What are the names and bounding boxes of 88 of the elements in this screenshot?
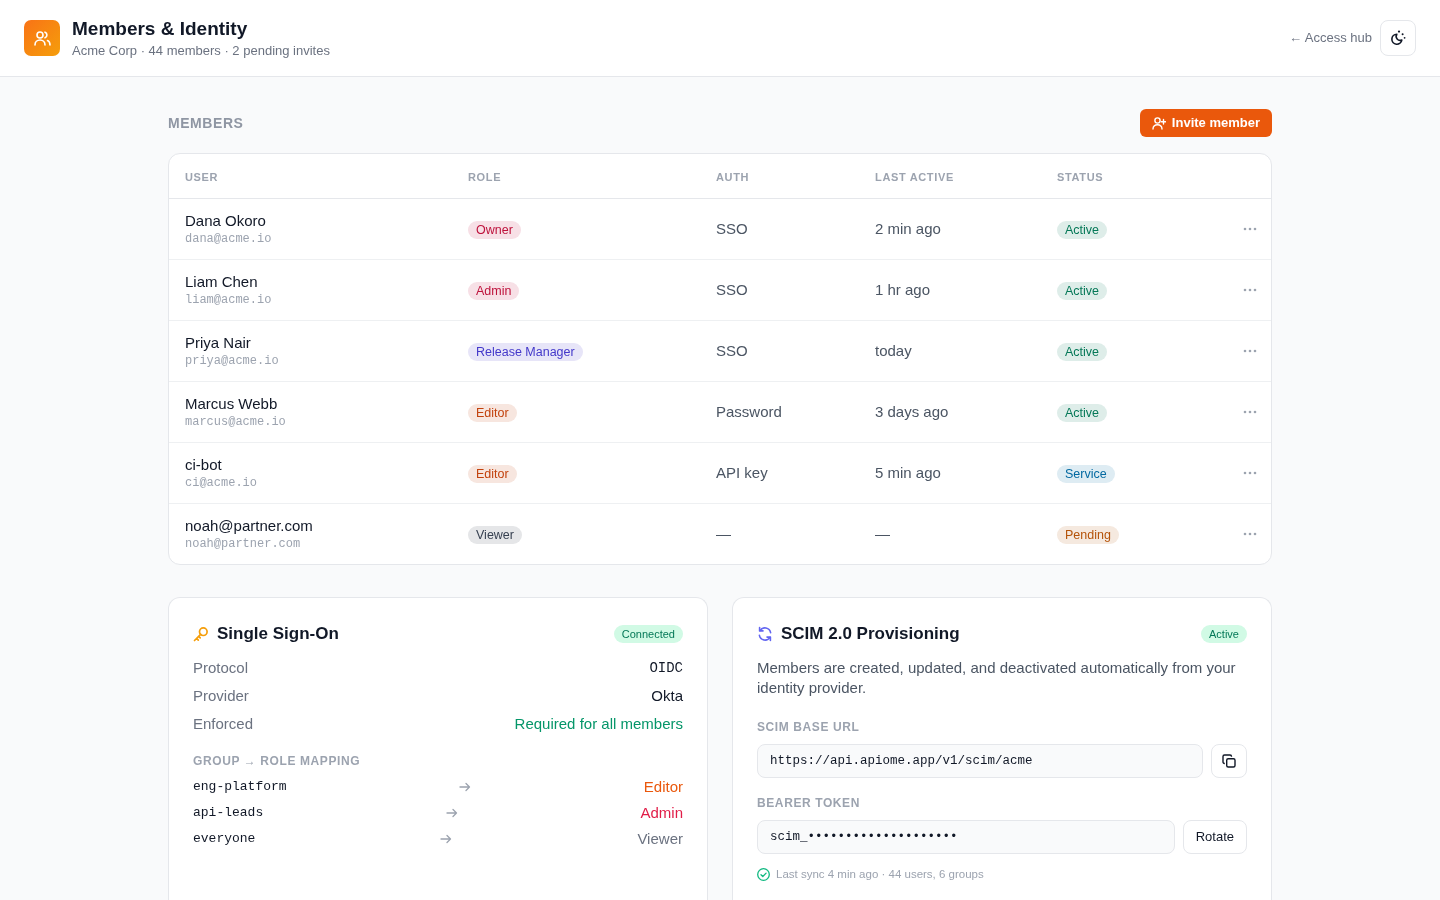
group-name: everyone <box>193 830 256 849</box>
page-title: Members & Identity <box>72 17 249 41</box>
more-icon[interactable] <box>1243 227 1257 231</box>
field-caption: BEARER TOKEN <box>757 795 861 812</box>
rotate-button[interactable]: Rotate <box>1182 820 1247 854</box>
arrow-right-icon <box>440 833 453 845</box>
card-description: Members are created, updated, and deactivated automatically from your identity provider. <box>757 658 1237 698</box>
mapped-role: Admin <box>640 802 683 823</box>
last-active-time: today <box>875 341 912 359</box>
status-badge: Service <box>1057 464 1115 483</box>
member-email: priya@acme.io <box>185 353 279 369</box>
last-active-time: 2 min ago <box>875 219 941 237</box>
member-email: ci@acme.io <box>185 475 257 491</box>
last-active-time: — <box>875 524 890 542</box>
auth-method: — <box>716 524 731 542</box>
member-name: noah@partner.com <box>185 516 313 536</box>
more-icon[interactable] <box>1243 349 1257 353</box>
theme-button[interactable] <box>1380 20 1416 56</box>
column-header: STATUS <box>1057 170 1104 183</box>
auth-method: SSO <box>716 219 748 237</box>
last-active-time: 3 days ago <box>875 402 949 420</box>
auth-method: API key <box>716 463 768 481</box>
member-email: liam@acme.io <box>185 292 272 308</box>
auth-method: SSO <box>716 280 748 298</box>
active-badge: Active <box>1201 625 1247 643</box>
field-label: Provider <box>193 685 249 706</box>
role-badge: Editor <box>468 403 517 422</box>
member-email: dana@acme.io <box>185 231 272 247</box>
member-name: ci-bot <box>185 455 222 475</box>
column-header: USER <box>185 170 219 183</box>
invite-member-button[interactable]: Invite member <box>1139 109 1272 137</box>
field-value: OIDC <box>649 658 683 678</box>
auth-method: SSO <box>716 341 748 359</box>
token-field[interactable]: scim_•••••••••••••••••••• <box>757 820 1175 854</box>
copy-button[interactable] <box>1211 744 1247 778</box>
member-email: marcus@acme.io <box>185 414 286 430</box>
refresh-icon <box>757 626 773 642</box>
status-badge: Active <box>1057 220 1108 239</box>
member-email: noah@partner.com <box>185 536 301 552</box>
field-caption: SCIM BASE URL <box>757 719 861 736</box>
member-name: Marcus Webb <box>185 394 278 414</box>
column-header: LAST ACTIVE <box>875 170 954 183</box>
more-icon[interactable] <box>1243 410 1257 414</box>
status-badge: Active <box>1057 281 1108 300</box>
connected-badge: Connected <box>613 625 683 643</box>
field-label: Protocol <box>193 657 249 678</box>
auth-method: Password <box>716 402 782 420</box>
role-badge: Viewer <box>468 525 522 544</box>
more-icon[interactable] <box>1243 471 1257 475</box>
column-header: ROLE <box>468 170 502 183</box>
moon-icon <box>1390 30 1406 46</box>
section-heading: MEMBERS <box>168 114 244 132</box>
member-name: Priya Nair <box>185 333 251 353</box>
field-value: Okta <box>651 685 683 706</box>
role-badge: Release Manager <box>468 342 583 361</box>
status-badge: Active <box>1057 342 1108 361</box>
status-badge: Active <box>1057 403 1108 422</box>
key-icon <box>193 626 209 642</box>
sync-status-text: Last sync 4 min ago · 44 users, 6 groups <box>776 867 984 882</box>
status-badge: Pending <box>1057 525 1119 544</box>
mapping-heading: GROUP → ROLE MAPPING <box>193 753 362 769</box>
column-header: AUTH <box>716 170 750 183</box>
last-active-time: 5 min ago <box>875 463 941 481</box>
more-icon[interactable] <box>1243 288 1257 292</box>
last-active-time: 1 hr ago <box>875 280 931 298</box>
member-name: Dana Okoro <box>185 211 266 231</box>
url-field[interactable]: https://api.apiome.app/v1/scim/acme <box>757 744 1203 778</box>
mapped-role: Viewer <box>637 828 683 849</box>
users-icon <box>24 20 60 56</box>
card-title: SCIM 2.0 Provisioning <box>781 623 960 645</box>
field-value: Required for all members <box>514 713 683 734</box>
member-name: Liam Chen <box>185 272 258 292</box>
arrow-right-icon <box>445 807 458 819</box>
check-circle-icon <box>757 868 770 882</box>
more-icon[interactable] <box>1243 532 1257 536</box>
role-badge: Owner <box>468 220 521 239</box>
card-title: Single Sign-On <box>217 623 339 645</box>
user-plus-icon <box>1151 116 1166 130</box>
group-name: eng-platform <box>193 778 287 797</box>
back-link[interactable]: ← Access hub <box>1288 28 1372 48</box>
field-label: Enforced <box>193 713 254 734</box>
role-badge: Editor <box>468 464 517 483</box>
copy-icon <box>1222 754 1236 768</box>
group-name: api-leads <box>193 804 264 823</box>
mapped-role: Editor <box>643 776 683 797</box>
arrow-right-icon <box>459 781 472 793</box>
role-badge: Admin <box>468 281 520 300</box>
page-subtitle: Acme Corp · 44 members · 2 pending invites <box>72 42 330 59</box>
